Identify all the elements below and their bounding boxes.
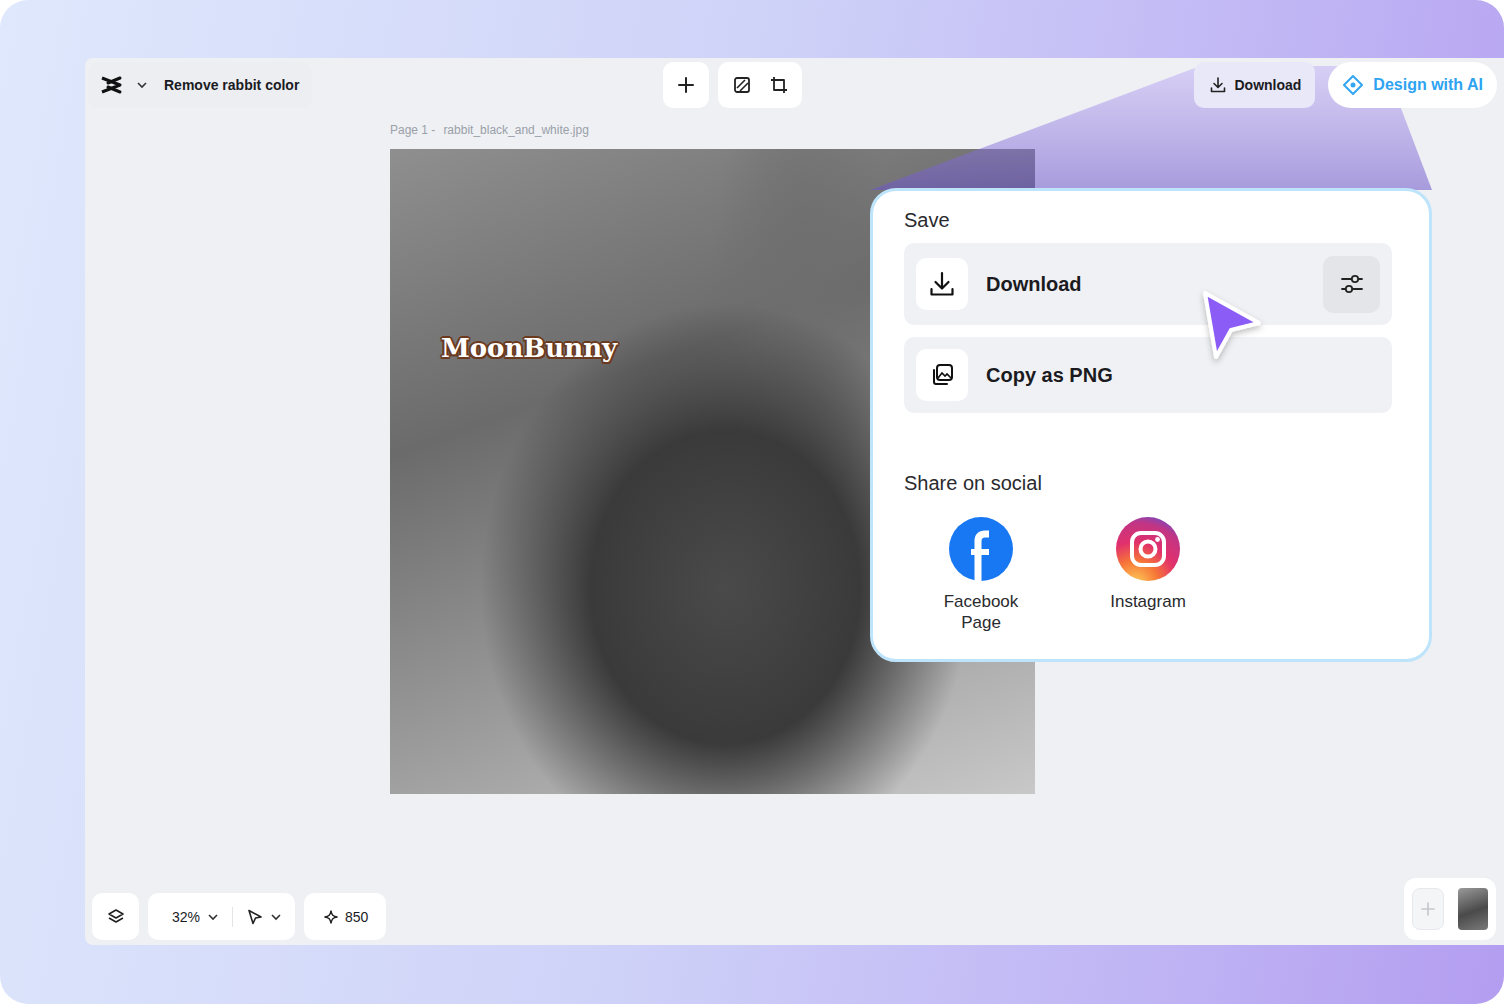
ai-nodes-icon	[1342, 74, 1364, 96]
view-controls: 32%	[148, 893, 295, 940]
sliders-icon	[1339, 271, 1365, 297]
design-with-ai-button[interactable]: Design with AI	[1328, 62, 1497, 108]
top-bar: Remove rabbit color Download Design with…	[85, 58, 1504, 108]
save-menu: Save Download Copy as PNG Share on socia…	[870, 188, 1432, 662]
download-icon	[1210, 77, 1226, 93]
social-label: Facebook Page	[931, 591, 1031, 633]
download-label: Download	[1234, 77, 1301, 93]
download-settings-button[interactable]	[1323, 256, 1380, 313]
page-thumbnail[interactable]	[1458, 888, 1488, 930]
download-icon	[916, 258, 968, 310]
chevron-down-icon	[137, 80, 147, 90]
page-number: Page 1 -	[390, 122, 435, 138]
resize-button[interactable]	[763, 70, 794, 101]
screen: Remove rabbit color Download Design with…	[0, 0, 1504, 1004]
pointer-tool-select[interactable]	[243, 909, 285, 925]
pointer-icon	[247, 909, 263, 925]
app-logo-icon	[100, 76, 122, 94]
zoom-value: 32%	[172, 909, 200, 925]
social-label: Instagram	[1110, 591, 1186, 612]
save-option-label: Copy as PNG	[986, 364, 1380, 387]
save-option-label: Download	[986, 273, 1305, 296]
download-arrow-icon	[929, 271, 955, 297]
document-title: Remove rabbit color	[164, 77, 299, 93]
save-options: Download Copy as PNG	[904, 243, 1392, 413]
center-toolbar	[663, 62, 802, 108]
copy-icon	[916, 349, 968, 401]
file-name: rabbit_black_and_white.jpg	[443, 122, 588, 138]
plus-icon	[1420, 901, 1436, 917]
editor-window: Remove rabbit color Download Design with…	[85, 58, 1504, 945]
credits-count: 850	[345, 909, 368, 925]
chevron-down-icon	[208, 912, 218, 922]
copy-image-icon	[930, 363, 954, 387]
canvas-tools	[718, 62, 802, 108]
layers-icon	[107, 908, 125, 926]
page-strip	[1404, 878, 1496, 940]
save-option[interactable]: Copy as PNG	[904, 337, 1392, 413]
share-heading: Share on social	[904, 471, 1392, 495]
facebook-logo-icon	[949, 517, 1013, 581]
chevron-down-icon	[271, 912, 281, 922]
social-share-item[interactable]: Facebook Page	[926, 517, 1036, 633]
document-menu[interactable]: Remove rabbit color	[88, 62, 312, 108]
layers-button[interactable]	[92, 893, 139, 940]
zoom-select[interactable]: 32%	[168, 909, 222, 925]
add-button[interactable]	[663, 62, 709, 108]
header-actions: Download Design with AI	[1194, 62, 1497, 108]
background-icon	[733, 76, 751, 94]
page-label: Page 1 - rabbit_black_and_white.jpg	[390, 122, 1504, 138]
divider	[232, 907, 233, 927]
design-with-ai-label: Design with AI	[1373, 76, 1483, 94]
bottom-bar: 32% 850	[85, 878, 1504, 945]
save-heading: Save	[904, 208, 1392, 232]
sparkle-icon	[324, 910, 338, 924]
plus-icon	[677, 76, 695, 94]
add-page-button[interactable]	[1412, 888, 1444, 930]
resize-icon	[770, 76, 788, 94]
background-button[interactable]	[726, 70, 757, 101]
social-share-item[interactable]: Instagram	[1093, 517, 1203, 633]
text-layer[interactable]: MoonBunny	[441, 333, 617, 363]
credits-button[interactable]: 850	[304, 893, 386, 940]
save-option[interactable]: Download	[904, 243, 1392, 325]
download-button[interactable]: Download	[1194, 62, 1315, 108]
social-list: Facebook Page Instagram	[904, 517, 1392, 633]
instagram-logo-icon	[1116, 517, 1180, 581]
